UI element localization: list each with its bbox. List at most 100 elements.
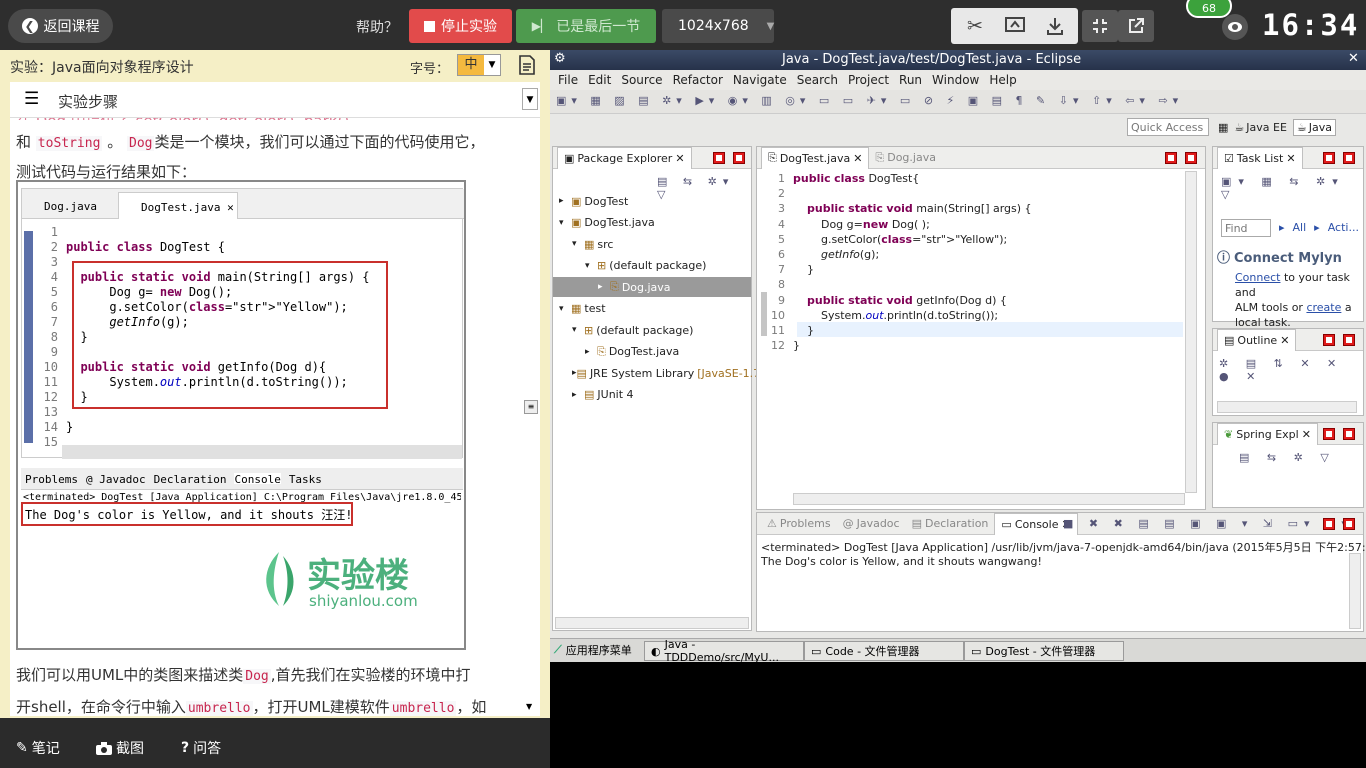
perspective-java[interactable]: ☕ Java — [1292, 118, 1337, 136]
stop-experiment-button[interactable]: 停止实验 — [409, 9, 512, 43]
notes-button[interactable]: ✎ 笔记 — [16, 738, 60, 758]
task-toolbar-icons[interactable]: ▣▾ ▦ ⇆ ✲▾ ▽ — [1221, 175, 1363, 201]
task-filter-links[interactable]: ▸ All ▸ Acti... — [1279, 221, 1359, 234]
menu-navigate[interactable]: Navigate — [733, 73, 787, 87]
tab-dogtest-java[interactable]: ⎘ DogTest.java ✕ — [761, 146, 870, 169]
tree-item[interactable]: ▸ ▤ JUnit 4 — [553, 385, 751, 405]
tree-item[interactable]: ▾ ⊞ (default package) — [553, 256, 751, 276]
scroll-down-arrow[interactable]: ▼ — [526, 702, 532, 711]
minimize-icon[interactable] — [713, 152, 725, 164]
editor-hscroll[interactable] — [793, 493, 1185, 505]
minimize-icon[interactable] — [1165, 152, 1177, 164]
maximize-icon[interactable] — [1185, 152, 1197, 164]
menu-run[interactable]: Run — [899, 73, 922, 87]
tree-item[interactable]: ▾ ▣ DogTest.java — [553, 213, 751, 233]
outline-hscroll[interactable] — [1217, 401, 1357, 413]
font-size-select[interactable]: 中 ▼ — [457, 54, 501, 76]
paragraph-2: 我们可以用UML中的类图来描述类 Dog ,首先我们在实验楼的环境中打 开shell… — [16, 666, 487, 716]
eye-icon[interactable] — [1222, 14, 1248, 40]
menu-file[interactable]: File — [558, 73, 578, 87]
taskbar-item-code-files[interactable]: ▭ Code - 文件管理器 — [804, 641, 964, 661]
minimize-icon[interactable] — [1323, 152, 1335, 164]
console-vscroll[interactable] — [1349, 553, 1361, 629]
tree-item[interactable]: ▸ ⎘ Dog.java — [553, 277, 751, 297]
tree-item[interactable]: ▸ ⎘ DogTest.java — [553, 342, 751, 362]
window-close-icon[interactable]: ✕ — [1348, 51, 1359, 66]
expand-arrow-icon[interactable]: ▸ — [572, 390, 584, 400]
maximize-icon[interactable] — [1343, 334, 1355, 346]
maximize-icon[interactable] — [1343, 152, 1355, 164]
task-find-input[interactable]: Find — [1221, 219, 1271, 237]
minimize-icon[interactable] — [1323, 334, 1335, 346]
start-menu-button[interactable]: ⟋ 应用程序菜单 — [554, 642, 632, 658]
tree-item[interactable]: ▸ ▤ JRE System Library [JavaSE-1.7] — [553, 363, 764, 383]
code-line: 5 g.setColor(class="str">"Yellow"); — [778, 232, 1008, 246]
resolution-select[interactable]: 1024x768 ▼ — [662, 9, 774, 43]
tree-item[interactable]: ▾ ▦ test — [553, 299, 751, 319]
quick-access-input[interactable]: Quick Access — [1127, 118, 1209, 136]
expand-arrow-icon[interactable]: ▾ — [572, 325, 584, 335]
editor-code[interactable]: 1 public class DogTest{2 3 public static v… — [761, 171, 1032, 353]
scrollbar-handle[interactable]: ≡ — [524, 400, 538, 414]
minimize-icon[interactable] — [1323, 518, 1335, 530]
open-perspective-icon[interactable]: ▦ — [1218, 121, 1228, 134]
tab-dog-java[interactable]: ⎘ Dog.java — [869, 147, 942, 169]
spring-toolbar-icons[interactable]: ▤ ⇆ ✲ ▽ — [1239, 451, 1336, 464]
tab-declaration[interactable]: ▤ Declaration — [906, 513, 995, 535]
tree-item[interactable]: ▾ ▦ src — [553, 234, 751, 254]
tree-item[interactable]: ▾ ⊞ (default package) — [553, 320, 751, 340]
outline-toolbar-icons[interactable]: ✲ ▤ ⇅ ✕ ✕ ● ✕ — [1219, 357, 1363, 383]
code-editor: ⎘ DogTest.java ✕ ⎘ Dog.java 1 public class … — [756, 146, 1206, 510]
tab-task-list[interactable]: ☑ Task List ✕ — [1217, 146, 1303, 169]
qa-button[interactable]: ? 问答 — [181, 738, 221, 758]
menu-project[interactable]: Project — [848, 73, 889, 87]
mylyn-create-link[interactable]: create — [1306, 301, 1341, 314]
steps-dropdown[interactable]: ▼ — [522, 88, 538, 110]
tab-problems[interactable]: ⚠ Problems — [761, 513, 837, 535]
screen-share-icon[interactable] — [997, 10, 1033, 42]
expand-arrow-icon[interactable]: ▸ — [598, 282, 610, 292]
taskbar-item-eclipse[interactable]: ◐ Java - TDDDemo/src/MyU... — [644, 638, 804, 664]
console-toolbar-icons[interactable]: ■ ✖ ✖ ▤ ▤ ▣ ▣ ▾ ⇲ ▭▾ ▭▾ — [1063, 517, 1353, 530]
menu-edit[interactable]: Edit — [588, 73, 611, 87]
download-icon[interactable] — [1037, 10, 1073, 42]
menu-source[interactable]: Source — [621, 73, 662, 87]
tab-package-explorer[interactable]: ▣ Package Explorer ✕ — [557, 146, 692, 169]
scissors-icon[interactable]: ✂ — [957, 10, 993, 42]
external-link-icon[interactable] — [1118, 10, 1154, 42]
expand-arrow-icon[interactable]: ▾ — [559, 218, 571, 228]
tab-javadoc[interactable]: @ Javadoc — [837, 513, 906, 535]
minimize-icon[interactable] — [1323, 428, 1335, 440]
perspective-javaee[interactable]: ☕ Java EE — [1234, 121, 1287, 134]
expand-arrow-icon[interactable]: ▾ — [585, 261, 597, 271]
menu-window[interactable]: Window — [932, 73, 979, 87]
maximize-icon[interactable] — [1343, 518, 1355, 530]
mylyn-connect-link[interactable]: Connect — [1235, 271, 1280, 284]
help-link[interactable]: 帮助？ — [356, 17, 398, 37]
expand-arrow-icon[interactable]: ▸ — [585, 347, 597, 357]
back-button[interactable]: ❮ 返回课程 — [8, 9, 113, 43]
lesson-title: 实验：Java面向对象程序设计 — [10, 60, 194, 76]
toolbar-icons[interactable]: ▣▾ ▦ ▨ ▤ ✲▾ ▶▾ ◉▾ ▥ ◎▾ ▭ ▭ ✈▾ ▭ ⊘ ⚡ ▣ ▤ … — [556, 94, 1183, 107]
document-icon[interactable] — [519, 55, 535, 79]
expand-arrow-icon[interactable]: ▾ — [572, 239, 584, 249]
steps-header[interactable]: ☰ 实验步骤 ▼ — [10, 82, 540, 118]
menu-refactor[interactable]: Refactor — [673, 73, 723, 87]
menu-search[interactable]: Search — [797, 73, 838, 87]
screenshot-button[interactable]: 截图 — [96, 738, 144, 758]
expand-arrow-icon[interactable]: ▸ — [559, 196, 571, 206]
pkg-hscroll[interactable] — [555, 617, 749, 629]
maximize-icon[interactable] — [1343, 428, 1355, 440]
tree-item[interactable]: ▸ ▣ DogTest — [553, 191, 751, 211]
taskbar-item-dogtest-files[interactable]: ▭ DogTest - 文件管理器 — [964, 641, 1124, 661]
expand-arrow-icon[interactable]: ▾ — [559, 304, 571, 314]
editor-vscroll[interactable] — [1185, 171, 1197, 493]
collapse-icon[interactable] — [1082, 10, 1118, 42]
last-section-button[interactable]: ▶▏ 已是最后一节 — [516, 9, 656, 43]
tab-spring-explorer[interactable]: ❦ Spring Expl ✕ — [1217, 422, 1318, 445]
main-toolbar: ▣▾ ▦ ▨ ▤ ✲▾ ▶▾ ◉▾ ▥ ◎▾ ▭ ▭ ✈▾ ▭ ⊘ ⚡ ▣ ▤ … — [550, 90, 1366, 114]
maximize-icon[interactable] — [733, 152, 745, 164]
os-taskbar: ⟋ 应用程序菜单 ◐ Java - TDDDemo/src/MyU... ▭ Code… — [550, 638, 1366, 664]
tab-outline[interactable]: ▤ Outline ✕ — [1217, 328, 1297, 351]
menu-help[interactable]: Help — [989, 73, 1016, 87]
